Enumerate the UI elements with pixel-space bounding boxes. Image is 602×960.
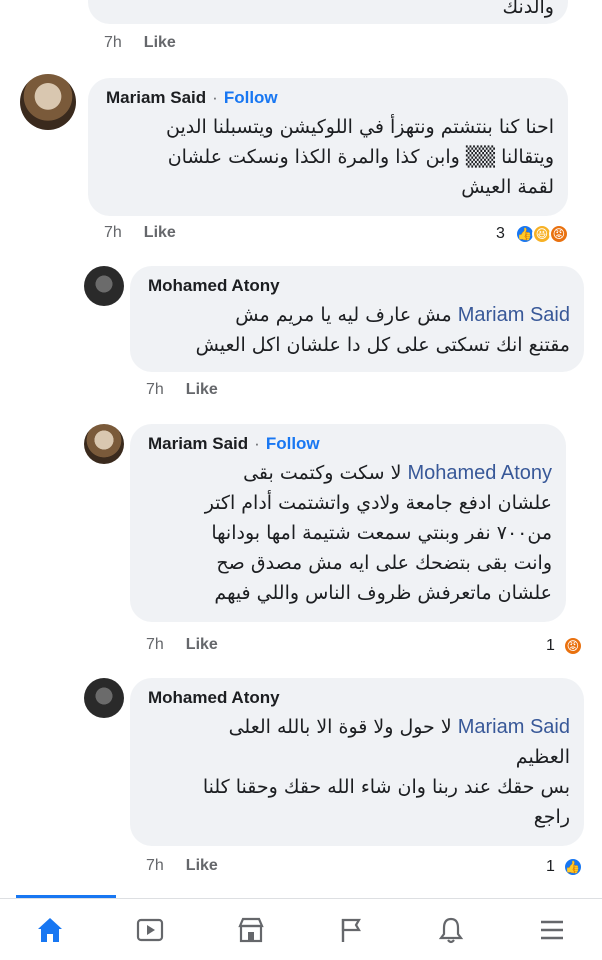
comment-author[interactable]: Mohamed Atony [148, 688, 280, 708]
notifications-bell-icon [439, 917, 464, 943]
comment-line: وانت بقى بتضحك على ايه مش مصدق صح [216, 552, 552, 574]
avatar-mohamed-atony[interactable] [84, 266, 124, 306]
mention-link[interactable]: Mariam Said [458, 304, 570, 326]
nav-marketplace[interactable] [221, 905, 281, 955]
mention-link[interactable]: Mohamed Atony [407, 462, 552, 484]
comment-line: احنا كنا بنتشتم ونتهزأ في اللوكيشن ويتسب… [166, 116, 554, 138]
separator-dot: · [212, 88, 218, 107]
comment-bubble: Mariam Said · Follow Mohamed Atony لا سك… [130, 424, 566, 622]
nav-video[interactable] [120, 905, 180, 955]
comment-bubble: Mariam Said · Follow احنا كنا بنتشتم ونت… [88, 78, 568, 216]
nav-menu[interactable] [522, 905, 582, 955]
reaction-summary[interactable]: 3 👍 😆 😡 [496, 224, 569, 244]
comment-line-text: لا سكت وكتمت بقى [243, 462, 402, 484]
comment-line: Mariam Said لا حول ولا قوة الا بالله الع… [148, 712, 570, 742]
comment-line: علشان ادفع جامعة ولادي واتشتمت أدام اكتر [204, 492, 552, 514]
like-button[interactable]: Like [186, 381, 218, 399]
bottom-navigation [0, 894, 602, 960]
comment-time: 7h [146, 381, 164, 398]
comment-line: Mariam Said مش عارف ليه يا مريم مش [148, 300, 570, 330]
home-icon [38, 917, 63, 942]
comment-line: بس حقك عند ربنا وان شاء الله حقك وحقنا ك… [202, 776, 570, 798]
comment-time: 7h [104, 224, 122, 241]
comment-meta-2: 7h Like [146, 381, 218, 399]
comment-line: Mohamed Atony لا سكت وكتمت بقى [148, 458, 552, 488]
menu-icon [540, 920, 563, 939]
avatar-mariam-said[interactable] [20, 74, 76, 130]
comment-line: ويتقالنا ▒▒ وابن كذا والمرة الكذا ونسكت … [167, 146, 554, 168]
comment-text: Mariam Said لا حول ولا قوة الا بالله الع… [148, 712, 570, 832]
comment-text: Mariam Said مش عارف ليه يا مريم مش مقتنع… [148, 300, 570, 360]
comment-bubble-partial: والدنك [88, 0, 568, 24]
comment-author[interactable]: Mohamed Atony [148, 276, 280, 296]
comment-bubble: Mohamed Atony Mariam Said مش عارف ليه يا… [130, 266, 584, 372]
comment-author[interactable]: Mariam Said [106, 88, 206, 108]
like-button[interactable]: Like [186, 636, 218, 654]
comment-meta-0: 7h Like [104, 34, 176, 52]
like-button[interactable]: Like [144, 224, 176, 242]
comment-time: 7h [146, 857, 164, 874]
comment-line-text: لا حول ولا قوة الا بالله العلى [228, 716, 452, 738]
follow-button[interactable]: Follow [266, 434, 320, 454]
comment-time: 7h [146, 636, 164, 653]
like-reaction-icon: 👍 [562, 857, 583, 877]
nav-notifications[interactable] [421, 905, 481, 955]
comment-time: 7h [104, 34, 122, 51]
avatar-mariam-said[interactable] [84, 424, 124, 464]
comment-meta-3: 7h Like [146, 636, 218, 654]
reaction-count: 3 [496, 225, 505, 242]
separator-dot: · [254, 434, 260, 453]
comment-line: لقمة العيش [461, 176, 554, 198]
comment-line: مقتنع انك تسكتى على كل دا علشان اكل العي… [195, 334, 570, 356]
angry-reaction-icon: 😡 [548, 224, 569, 244]
reaction-count: 1 [546, 637, 555, 654]
comment-line: راجع [533, 806, 570, 828]
comment-author[interactable]: Mariam Said [148, 434, 248, 454]
nav-home[interactable] [16, 894, 117, 955]
comment-line-text: مش عارف ليه يا مريم مش [235, 304, 452, 326]
comment-meta-4: 7h Like [146, 857, 218, 875]
like-button[interactable]: Like [144, 34, 176, 52]
comment-line: من٧٠٠ نفر وبنتي سمعت شتيمة امها بودانها [211, 522, 552, 544]
comment-bubble: Mohamed Atony Mariam Said لا حول ولا قوة… [130, 678, 584, 846]
reaction-summary[interactable]: 1 😡 [546, 636, 583, 656]
reaction-summary[interactable]: 1 👍 [546, 857, 583, 877]
reaction-count: 1 [546, 858, 555, 875]
like-button[interactable]: Like [186, 857, 218, 875]
avatar-mohamed-atony[interactable] [84, 678, 124, 718]
video-icon [137, 918, 164, 941]
comment-text: احنا كنا بنتشتم ونتهزأ في اللوكيشن ويتسب… [106, 112, 554, 202]
pages-flag-icon [341, 918, 362, 942]
comment-line: علشان ماتعرفش ظروف الناس واللي فيهم [214, 582, 552, 604]
follow-button[interactable]: Follow [224, 88, 278, 108]
nav-pages[interactable] [321, 905, 381, 955]
angry-reaction-icon: 😡 [562, 636, 583, 656]
marketplace-icon [238, 917, 264, 942]
comment-text: Mohamed Atony لا سكت وكتمت بقى علشان ادف… [148, 458, 552, 608]
mention-link[interactable]: Mariam Said [458, 716, 570, 738]
comment-text: والدنك [502, 0, 554, 18]
comment-line: العظيم [515, 746, 570, 768]
comment-meta-1: 7h Like [104, 224, 176, 242]
